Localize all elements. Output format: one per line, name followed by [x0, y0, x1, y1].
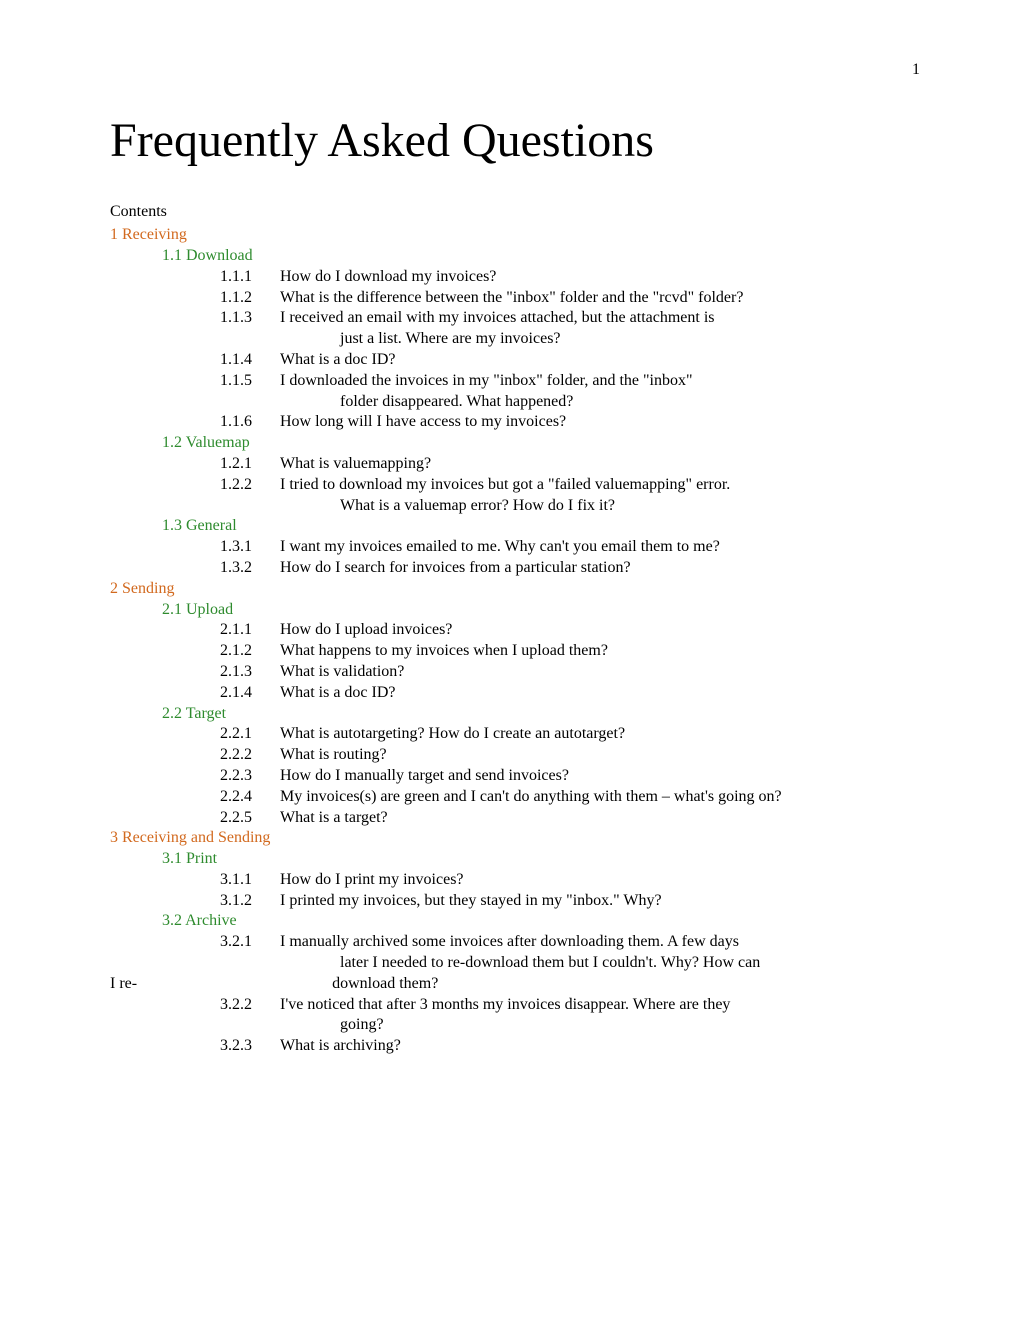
- toc-item[interactable]: 1.1.6How long will I have access to my i…: [220, 412, 920, 433]
- toc-item-text: How do I upload invoices?: [280, 620, 920, 641]
- toc-subsection-archive[interactable]: 3.2 Archive: [162, 911, 920, 932]
- toc-subsection-download[interactable]: 1.1 Download: [162, 246, 920, 267]
- toc-item-text: I received an email with my invoices att…: [280, 308, 920, 329]
- toc-item-text: How do I download my invoices?: [280, 267, 920, 288]
- toc-item-number: 3.1.2: [220, 891, 280, 912]
- toc-item[interactable]: 2.1.2What happens to my invoices when I …: [220, 641, 920, 662]
- toc-item-number: 2.2.2: [220, 745, 280, 766]
- toc-item[interactable]: 1.1.4What is a doc ID?: [220, 350, 920, 371]
- toc-item-number: 2.2.3: [220, 766, 280, 787]
- toc-item-text: I tried to download my invoices but got …: [280, 475, 920, 496]
- toc-item-text: I want my invoices emailed to me. Why ca…: [280, 537, 920, 558]
- toc-item-text: What is routing?: [280, 745, 920, 766]
- toc-item-text: I've noticed that after 3 months my invo…: [280, 995, 920, 1016]
- toc-item-text: What is the difference between the "inbo…: [280, 288, 920, 309]
- toc-item-continuation: later I needed to re-download them but I…: [310, 953, 920, 974]
- toc-item[interactable]: 2.2.1What is autotargeting? How do I cre…: [220, 724, 920, 745]
- toc-item-text: How do I print my invoices?: [280, 870, 920, 891]
- toc-item-number: 1.1.3: [220, 308, 280, 329]
- toc-item-continuation: download them?: [137, 974, 438, 995]
- toc-item-number: 1.1.6: [220, 412, 280, 433]
- toc-section-receiving-sending[interactable]: 3 Receiving and Sending: [110, 828, 920, 849]
- toc-item-text: What is archiving?: [280, 1036, 920, 1057]
- toc-item[interactable]: 1.3.1I want my invoices emailed to me. W…: [220, 537, 920, 558]
- toc-item-text: How long will I have access to my invoic…: [280, 412, 920, 433]
- toc-item-number: 1.1.2: [220, 288, 280, 309]
- toc-item[interactable]: 3.1.2I printed my invoices, but they sta…: [220, 891, 920, 912]
- toc-item[interactable]: 3.2.3What is archiving?: [220, 1036, 920, 1057]
- toc-item-text: What is a doc ID?: [280, 350, 920, 371]
- toc-item[interactable]: 3.2.2I've noticed that after 3 months my…: [220, 995, 920, 1016]
- toc-item-number: 2.2.4: [220, 787, 280, 808]
- toc-item-orphan-text: I re-: [110, 974, 137, 995]
- toc-item-number: 1.2.2: [220, 475, 280, 496]
- page-title: Frequently Asked Questions: [110, 110, 920, 172]
- toc-section-receiving[interactable]: 1 Receiving: [110, 225, 920, 246]
- toc-item-number: 2.1.3: [220, 662, 280, 683]
- toc-subsection-valuemap[interactable]: 1.2 Valuemap: [162, 433, 920, 454]
- toc-item-number: 2.2.5: [220, 808, 280, 829]
- toc-item[interactable]: 1.3.2How do I search for invoices from a…: [220, 558, 920, 579]
- toc-item-number: 1.3.1: [220, 537, 280, 558]
- toc-item-number: 3.2.1: [220, 932, 280, 953]
- toc-item[interactable]: 1.1.1How do I download my invoices?: [220, 267, 920, 288]
- contents-heading: Contents: [110, 202, 920, 223]
- toc-subsection-print[interactable]: 3.1 Print: [162, 849, 920, 870]
- toc-item-text: I downloaded the invoices in my "inbox" …: [280, 371, 920, 392]
- toc-item[interactable]: 2.2.3How do I manually target and send i…: [220, 766, 920, 787]
- toc-item[interactable]: 1.1.2What is the difference between the …: [220, 288, 920, 309]
- toc-item[interactable]: 1.2.1What is valuemapping?: [220, 454, 920, 475]
- toc-item[interactable]: 2.1.4What is a doc ID?: [220, 683, 920, 704]
- toc-item[interactable]: 1.1.5I downloaded the invoices in my "in…: [220, 371, 920, 392]
- toc-item[interactable]: 3.1.1How do I print my invoices?: [220, 870, 920, 891]
- toc-item-text: What is valuemapping?: [280, 454, 920, 475]
- toc-subsection-target[interactable]: 2.2 Target: [162, 704, 920, 725]
- toc-item-text: How do I search for invoices from a part…: [280, 558, 920, 579]
- toc-item-text: What is a doc ID?: [280, 683, 920, 704]
- toc-item-continuation: What is a valuemap error? How do I fix i…: [310, 496, 920, 517]
- toc-item-number: 1.1.4: [220, 350, 280, 371]
- toc-item[interactable]: 2.2.5What is a target?: [220, 808, 920, 829]
- toc-item[interactable]: 2.1.3What is validation?: [220, 662, 920, 683]
- toc-item-wrapped-line: I re- download them?: [110, 974, 920, 995]
- toc-item-number: 1.2.1: [220, 454, 280, 475]
- toc-item[interactable]: 2.2.4My invoices(s) are green and I can'…: [220, 787, 920, 808]
- toc-item-continuation: folder disappeared. What happened?: [310, 392, 920, 413]
- toc-item-number: 3.1.1: [220, 870, 280, 891]
- toc-item-number: 1.1.5: [220, 371, 280, 392]
- toc-item[interactable]: 1.2.2I tried to download my invoices but…: [220, 475, 920, 496]
- toc-item[interactable]: 3.2.1I manually archived some invoices a…: [220, 932, 920, 953]
- toc-item-text: What happens to my invoices when I uploa…: [280, 641, 920, 662]
- toc-section-sending[interactable]: 2 Sending: [110, 579, 920, 600]
- toc-subsection-general[interactable]: 1.3 General: [162, 516, 920, 537]
- page-number: 1: [912, 60, 920, 81]
- toc-item[interactable]: 1.1.3I received an email with my invoice…: [220, 308, 920, 329]
- toc-item-number: 3.2.2: [220, 995, 280, 1016]
- toc-item-text: I printed my invoices, but they stayed i…: [280, 891, 920, 912]
- toc-item-continuation: just a list. Where are my invoices?: [310, 329, 920, 350]
- toc-item[interactable]: 2.1.1How do I upload invoices?: [220, 620, 920, 641]
- toc-item-number: 1.1.1: [220, 267, 280, 288]
- toc-item-text: My invoices(s) are green and I can't do …: [280, 787, 920, 808]
- toc-item-number: 2.1.1: [220, 620, 280, 641]
- toc-item-text: I manually archived some invoices after …: [280, 932, 920, 953]
- toc-item[interactable]: 2.2.2What is routing?: [220, 745, 920, 766]
- toc-item-text: What is validation?: [280, 662, 920, 683]
- toc-item-number: 2.2.1: [220, 724, 280, 745]
- toc-item-continuation: going?: [310, 1015, 920, 1036]
- toc-item-number: 2.1.4: [220, 683, 280, 704]
- toc-item-text: What is autotargeting? How do I create a…: [280, 724, 920, 745]
- toc-item-number: 2.1.2: [220, 641, 280, 662]
- toc-subsection-upload[interactable]: 2.1 Upload: [162, 600, 920, 621]
- toc-item-number: 3.2.3: [220, 1036, 280, 1057]
- toc-item-text: How do I manually target and send invoic…: [280, 766, 920, 787]
- toc-item-number: 1.3.2: [220, 558, 280, 579]
- toc-item-text: What is a target?: [280, 808, 920, 829]
